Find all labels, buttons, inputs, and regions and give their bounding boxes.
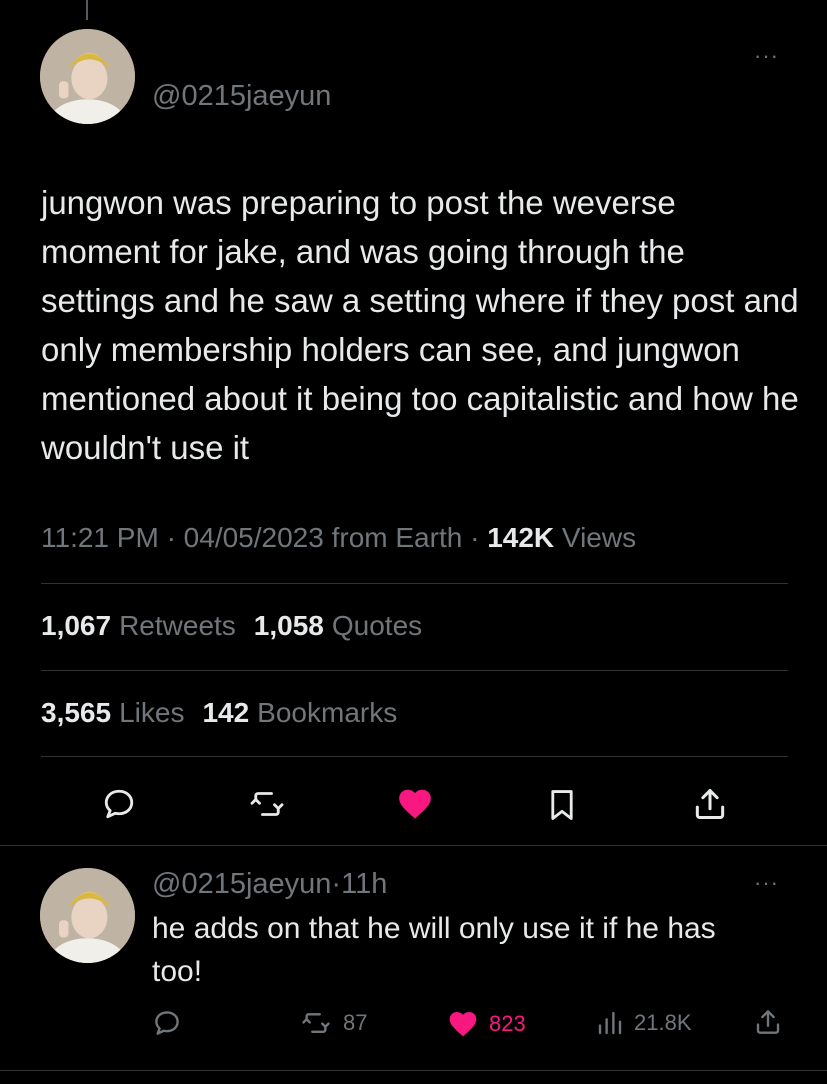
share-icon <box>695 789 725 819</box>
quotes-label: Quotes <box>331 610 423 641</box>
meta-separator: · <box>166 522 176 553</box>
meta-separator: · <box>331 868 342 900</box>
avatar-image <box>40 29 135 124</box>
avatar[interactable] <box>40 29 135 124</box>
tweet-meta: 11:21 PM · 04/05/2023 from Earth · 142K … <box>41 522 636 554</box>
tweet-source: from Earth <box>331 522 463 553</box>
section-divider <box>0 845 827 846</box>
reply-like-count: 823 <box>489 1011 526 1036</box>
reply-button[interactable] <box>97 784 141 824</box>
tweet-date[interactable]: 04/05/2023 <box>184 522 324 553</box>
retweets-stat[interactable]: 1,067 Retweets <box>41 610 236 641</box>
reply-icon <box>104 789 134 819</box>
more-options-icon[interactable]: ··· <box>754 45 779 67</box>
retweet-quote-stats: 1,067 Retweets 1,058 Quotes <box>41 610 422 642</box>
bookmarks-stat[interactable]: 142 Bookmarks <box>202 697 397 728</box>
author-handle[interactable]: @0215jaeyun <box>152 80 331 113</box>
likes-count: 3,565 <box>41 697 112 728</box>
tweet-text: jungwon was preparing to post the wevers… <box>41 184 808 466</box>
reply-icon <box>155 1011 179 1035</box>
reply-time[interactable]: 11h <box>341 868 387 900</box>
reply-views-button[interactable]: 21.8K <box>594 1008 692 1038</box>
reply-header: @0215jaeyun·11h <box>152 868 387 901</box>
thread-connector-line <box>86 0 88 20</box>
meta-separator: · <box>470 522 480 553</box>
bookmarks-label: Bookmarks <box>257 697 398 728</box>
section-divider <box>0 1070 827 1071</box>
share-button[interactable] <box>688 782 732 826</box>
reply-views-count: 21.8K <box>634 1010 692 1035</box>
reply-author-handle[interactable]: @0215jaeyun <box>152 868 331 900</box>
retweet-icon <box>250 792 284 816</box>
retweet-icon <box>302 1013 330 1033</box>
reply-share-button[interactable] <box>753 1006 783 1038</box>
reply-text: he adds on that he will only use it if h… <box>152 912 716 988</box>
retweets-label: Retweets <box>119 610 236 641</box>
reply-retweet-count: 87 <box>343 1010 368 1035</box>
heart-icon <box>449 1012 477 1037</box>
quotes-stat[interactable]: 1,058 Quotes <box>254 610 422 641</box>
bookmark-button[interactable] <box>542 784 582 826</box>
likes-stat[interactable]: 3,565 Likes <box>41 697 184 728</box>
bar-chart-icon <box>598 1011 622 1035</box>
heart-icon <box>399 789 431 819</box>
share-icon <box>756 1010 780 1034</box>
divider <box>41 756 788 757</box>
views-count: 142K <box>487 522 555 553</box>
reply-reply-button[interactable] <box>151 1008 183 1038</box>
bookmarks-count: 142 <box>202 697 250 728</box>
views-label: Views <box>561 522 637 553</box>
retweets-count: 1,067 <box>41 610 112 641</box>
reply-avatar[interactable] <box>40 868 135 963</box>
divider <box>41 670 788 671</box>
tweet-time[interactable]: 11:21 PM <box>41 522 159 553</box>
quotes-count: 1,058 <box>253 610 324 641</box>
like-bookmark-stats: 3,565 Likes 142 Bookmarks <box>41 697 397 729</box>
likes-label: Likes <box>119 697 185 728</box>
reply-retweet-button[interactable]: 87 <box>297 1008 367 1038</box>
retweet-button[interactable] <box>243 784 291 824</box>
reply-more-options-icon[interactable]: ··· <box>754 872 779 894</box>
reply-like-button[interactable]: 823 <box>445 1008 526 1040</box>
bookmark-icon <box>551 790 573 820</box>
divider <box>41 583 788 584</box>
like-button[interactable] <box>392 784 438 824</box>
reply-avatar-image <box>40 868 135 963</box>
